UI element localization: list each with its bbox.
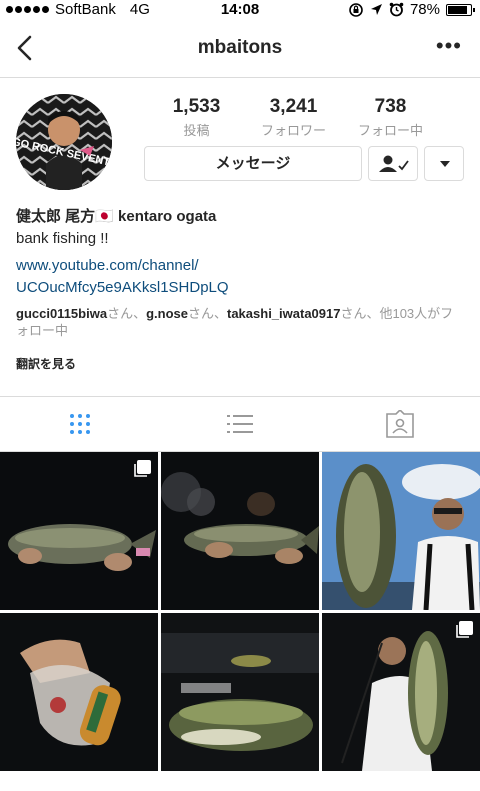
- fish-photo: [161, 613, 319, 771]
- followed-separator: さん、: [187, 306, 227, 321]
- person-check-icon: [379, 155, 409, 172]
- lure-photo: [0, 613, 158, 771]
- navigation-bar: mbaitons •••: [0, 20, 480, 78]
- tab-tagged[interactable]: [320, 397, 480, 451]
- see-translation-link[interactable]: 翻訳を見る: [16, 355, 76, 372]
- fish-photo: [322, 452, 480, 610]
- link-line: UCOucMfcy5e9AKksl1SHDpLQ: [16, 279, 229, 296]
- battery-icon: [446, 3, 475, 16]
- profile-bio: bank fishing !!: [16, 230, 109, 247]
- fish-photo: [161, 452, 319, 610]
- battery-percent: 78%: [409, 1, 440, 18]
- link-line: www.youtube.com/channel/: [16, 257, 199, 274]
- followers-count[interactable]: 3,241 フォロワー: [245, 96, 342, 139]
- page-title: mbaitons: [197, 37, 283, 58]
- photo-grid: [0, 452, 480, 771]
- stat-label: 投稿: [183, 123, 210, 138]
- stat-label: フォロー中: [357, 123, 423, 138]
- followed-separator: さん、: [107, 306, 147, 321]
- stat-label: フォロワー: [260, 123, 326, 138]
- chevron-down-icon: [440, 161, 450, 167]
- more-options-icon[interactable]: •••: [436, 35, 462, 57]
- followed-user[interactable]: g.nose: [146, 306, 188, 321]
- profile-tabs: [0, 396, 480, 452]
- list-icon: [227, 415, 253, 433]
- followed-user[interactable]: gucci0115biwa: [16, 306, 107, 321]
- profile-website-link[interactable]: www.youtube.com/channel/ UCOucMfcy5e9AKk…: [16, 255, 316, 299]
- tab-list[interactable]: [160, 397, 320, 451]
- profile-stats: 1,533 投稿 3,241 フォロワー 738 フォロー中: [148, 96, 468, 139]
- alarm-icon: [389, 2, 404, 17]
- photo-thumbnail[interactable]: [322, 613, 480, 771]
- photo-thumbnail[interactable]: [0, 613, 158, 771]
- multiple-photos-icon: [134, 460, 151, 477]
- stat-number: 738: [374, 96, 407, 117]
- rotation-lock-icon: [349, 2, 363, 17]
- tagged-person-icon: [386, 410, 414, 438]
- photo-thumbnail[interactable]: [161, 613, 319, 771]
- photo-thumbnail[interactable]: [0, 452, 158, 610]
- stat-number: 3,241: [269, 96, 318, 117]
- followed-by-text[interactable]: gucci0115biwaさん、g.noseさん、takashi_iwata09…: [16, 305, 466, 339]
- grid-icon: [70, 414, 90, 434]
- stat-number: 1,533: [172, 96, 221, 117]
- photo-thumbnail[interactable]: [161, 452, 319, 610]
- following-button[interactable]: [368, 146, 418, 181]
- profile-full-name: 健太郎 尾方🇯🇵 kentaro ogata: [16, 208, 217, 225]
- tab-grid[interactable]: [0, 397, 160, 451]
- battery-fill: [448, 5, 467, 14]
- avatar-image: GO ROCK SEVENTY: [16, 94, 112, 190]
- location-icon: [370, 4, 382, 15]
- avatar[interactable]: GO ROCK SEVENTY: [16, 94, 112, 190]
- multiple-photos-icon: [456, 621, 473, 638]
- following-count[interactable]: 738 フォロー中: [342, 96, 439, 139]
- posts-count[interactable]: 1,533 投稿: [148, 96, 245, 139]
- message-button[interactable]: メッセージ: [144, 146, 362, 181]
- status-bar: SoftBank 4G 14:08 78%: [0, 0, 480, 20]
- suggestions-dropdown-button[interactable]: [424, 146, 464, 181]
- followed-user[interactable]: takashi_iwata0917: [227, 306, 340, 321]
- photo-thumbnail[interactable]: [322, 452, 480, 610]
